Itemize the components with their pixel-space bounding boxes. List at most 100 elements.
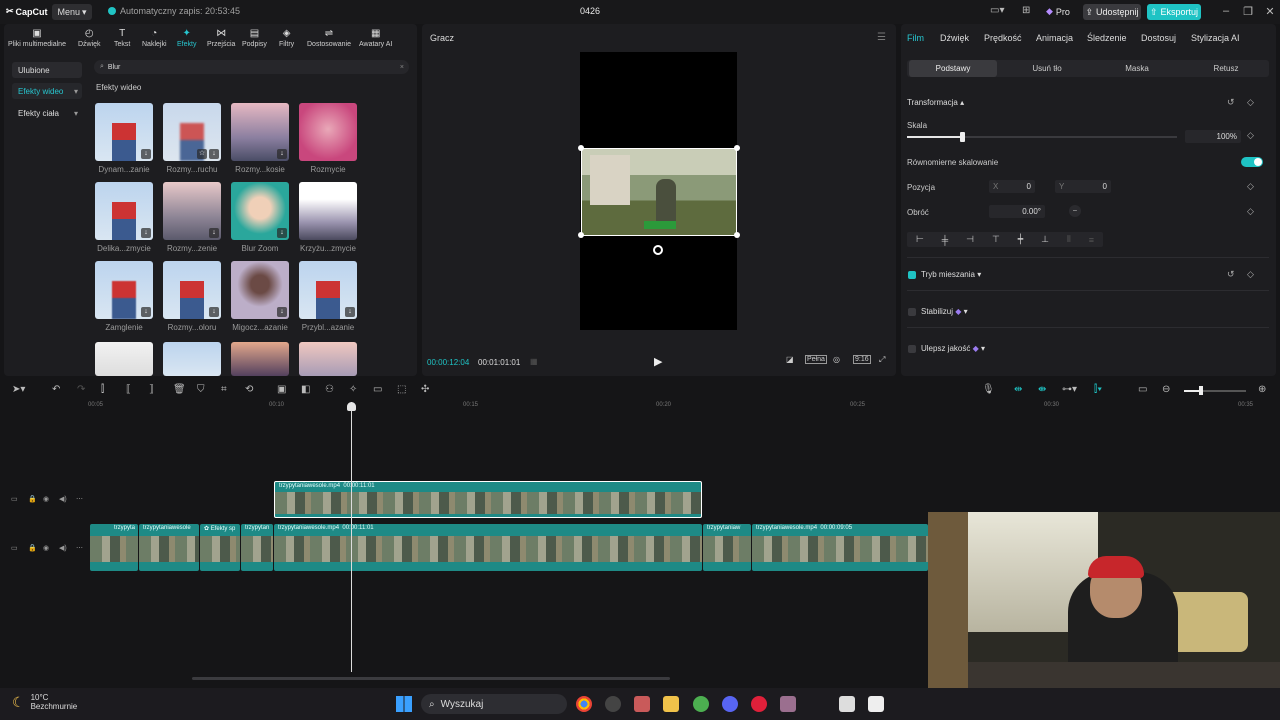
subtab-remove-bg[interactable]: Usuń tło xyxy=(1003,60,1091,77)
download-icon[interactable]: ↓ xyxy=(345,307,355,317)
effect-thumb[interactable] xyxy=(299,182,357,240)
effect-thumb[interactable] xyxy=(299,342,357,376)
preview-axis-icon[interactable]: ⫿▾ xyxy=(1094,384,1102,395)
eye-icon[interactable]: ◉ xyxy=(43,495,49,503)
crop-icon[interactable]: ⌗ xyxy=(221,384,227,395)
main-clip[interactable]: trzypyta xyxy=(90,524,138,571)
playhead-handle[interactable] xyxy=(347,402,356,411)
chain-icon[interactable]: ⊶▾ xyxy=(1062,384,1077,395)
capcut-taskbar-icon[interactable] xyxy=(868,696,884,712)
stabilize-checkbox[interactable] xyxy=(908,308,916,316)
align-center-icon[interactable]: ╪ xyxy=(942,235,948,245)
caption-track-icon[interactable]: ▭ xyxy=(1138,384,1147,395)
timeline-grid-icon[interactable]: ▦ xyxy=(530,357,538,366)
microphone-icon[interactable]: 🎙 xyxy=(982,384,995,395)
effect-thumb[interactable]: ↓ xyxy=(95,261,153,319)
align-bottom-icon[interactable]: ⊥ xyxy=(1041,234,1049,245)
effect-thumb[interactable]: ↓ xyxy=(163,261,221,319)
effect-thumb[interactable] xyxy=(299,103,357,161)
keyframe-icon[interactable]: ◇ xyxy=(1247,206,1254,217)
timeline-scrollbar[interactable] xyxy=(192,677,670,680)
capcut-taskbar-icon[interactable] xyxy=(839,696,855,712)
caption-icon[interactable]: ▭ xyxy=(373,384,382,395)
tab-stickers[interactable]: ◔ Naklejki xyxy=(142,28,167,54)
align-right-icon[interactable]: ⊣ xyxy=(966,234,974,245)
redo-icon[interactable]: ↷ xyxy=(77,384,85,395)
ratio-button[interactable]: 9:16 xyxy=(853,355,871,364)
rotate-input[interactable]: 0.00° xyxy=(989,205,1045,218)
main-clip[interactable]: trzypytaniaw xyxy=(703,524,751,571)
blend-checkbox[interactable] xyxy=(908,271,916,279)
subtab-mask[interactable]: Maska xyxy=(1093,60,1181,77)
search-input[interactable]: ⌕ Blur × xyxy=(94,60,409,74)
align-left-icon[interactable]: ⊢ xyxy=(916,234,924,245)
freeze-icon[interactable]: ▣ xyxy=(277,384,286,395)
main-clip[interactable]: trzypytaniawesole.mp4 00:00:09:05 xyxy=(752,524,928,571)
start-icon[interactable] xyxy=(396,696,412,712)
layout-icon[interactable]: ▭▾ xyxy=(990,5,1004,16)
effect-thumb[interactable] xyxy=(231,342,289,376)
marker-icon[interactable]: ⛉ xyxy=(197,384,205,395)
main-clip[interactable]: trzypytaniawesole xyxy=(139,524,199,571)
download-icon[interactable]: ↓ xyxy=(141,228,151,238)
blend-mode-label[interactable]: Tryb mieszania ▾ xyxy=(921,270,981,279)
star-icon[interactable]: ☆ xyxy=(197,149,207,159)
keyframe-icon[interactable]: ◇ xyxy=(1247,97,1254,108)
main-clip[interactable]: ✿ Efekty sp xyxy=(200,524,240,571)
effect-thumb[interactable]: ↓ xyxy=(231,182,289,240)
distribute-v-icon[interactable]: ≡ xyxy=(1089,235,1094,245)
magnet-icon[interactable]: ⇼ xyxy=(1038,384,1046,395)
discord-icon[interactable] xyxy=(722,696,738,712)
keyframe-icon[interactable]: ◇ xyxy=(1247,181,1254,192)
tab-media[interactable]: ▣ Pliki multimedialne xyxy=(8,28,66,54)
app-icon[interactable] xyxy=(634,696,650,712)
zoom-slider-thumb[interactable] xyxy=(1199,386,1203,395)
effect-thumb[interactable]: ↓ xyxy=(95,103,153,161)
weather-widget[interactable]: ☾ 10°C Bezchmurnie xyxy=(12,693,77,711)
tab-audio[interactable]: Dźwięk xyxy=(940,33,969,43)
scale-slider-thumb[interactable] xyxy=(960,132,965,142)
scale-input[interactable]: 100% xyxy=(1185,130,1241,143)
split-right-icon[interactable]: ⟧ xyxy=(149,384,154,395)
tab-audio[interactable]: ◴ Dźwięk xyxy=(78,28,101,54)
tab-filters[interactable]: ◈ Filtry xyxy=(279,28,294,54)
download-icon[interactable]: ↓ xyxy=(277,307,287,317)
tab-ai-avatars[interactable]: ▦ Awatary AI xyxy=(359,28,392,54)
tab-speed[interactable]: Prędkość xyxy=(984,33,1022,43)
lock-icon[interactable]: 🔒 xyxy=(28,544,37,552)
fit-icon[interactable]: ◪ xyxy=(786,355,794,364)
lock-icon[interactable]: 🔒 xyxy=(28,495,37,503)
zoom-in-icon[interactable]: ⊕ xyxy=(1258,384,1266,395)
keyframe-icon[interactable]: ◇ xyxy=(1247,269,1254,280)
download-icon[interactable]: ↓ xyxy=(277,149,287,159)
delete-icon[interactable]: 🗑 xyxy=(173,384,186,395)
folder-icon[interactable] xyxy=(663,696,679,712)
share-button[interactable]: ⇪ Udostępnij xyxy=(1083,4,1141,20)
rotate-dial-icon[interactable]: – xyxy=(1069,205,1081,217)
download-icon[interactable]: ↓ xyxy=(209,149,219,159)
sidebar-item-body-effects[interactable]: Efekty ciała ▾ xyxy=(12,105,82,121)
enhance-quality-label[interactable]: Ulepsz jakość ◆ ▾ xyxy=(921,344,985,353)
main-clip[interactable]: trzypytaniawesole.mp4 00:00:11:01 xyxy=(274,524,702,571)
clear-icon[interactable]: × xyxy=(400,64,404,71)
sidebar-item-video-effects[interactable]: Efekty wideo ▾ xyxy=(12,83,82,99)
video-frame[interactable] xyxy=(581,148,737,236)
resize-handle[interactable] xyxy=(578,232,584,238)
main-clip[interactable]: trzypytan xyxy=(241,524,273,571)
link-clips-icon[interactable]: ⇹ xyxy=(1014,384,1022,395)
taskbar-search[interactable]: ⌕ Wyszukaj xyxy=(421,694,567,714)
cursor-icon[interactable]: ➤▾ xyxy=(12,384,25,395)
keyframe-icon[interactable]: ◇ xyxy=(1247,130,1254,141)
effect-thumb[interactable]: ↓ xyxy=(299,261,357,319)
tab-transitions[interactable]: ⋈ Przejścia xyxy=(207,28,235,54)
reset-icon[interactable]: ↺ xyxy=(1227,269,1235,280)
close-icon[interactable]: ✕ xyxy=(1262,5,1278,18)
play-button[interactable]: ▶ xyxy=(654,355,662,368)
quality-button[interactable]: Pełna xyxy=(805,355,827,364)
auto-reframe-icon[interactable]: ⬚ xyxy=(397,384,406,395)
track-cover-icon[interactable]: ▭ xyxy=(11,544,18,552)
position-y-input[interactable]: Y0 xyxy=(1055,180,1111,193)
tab-effects[interactable]: ✦ Efekty xyxy=(177,28,196,54)
app-icon[interactable] xyxy=(605,696,621,712)
effect-thumb[interactable]: ↓ xyxy=(95,182,153,240)
